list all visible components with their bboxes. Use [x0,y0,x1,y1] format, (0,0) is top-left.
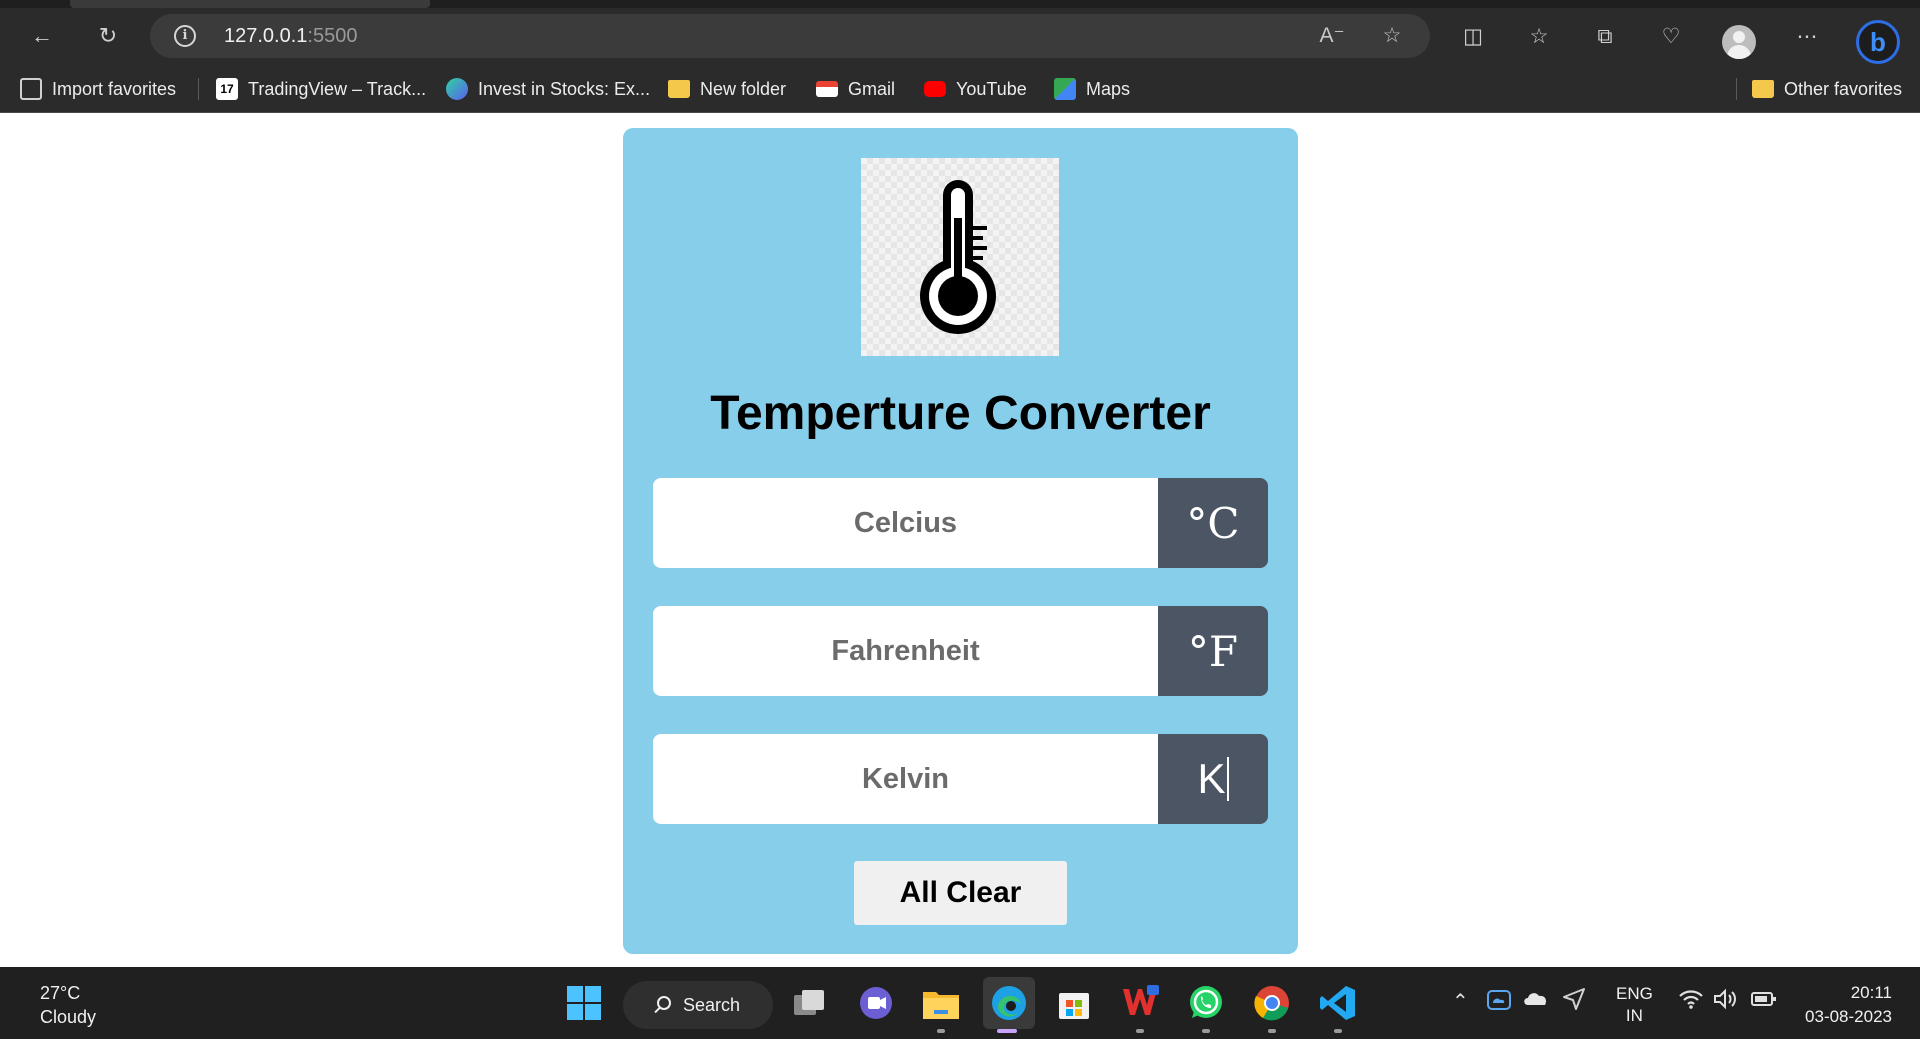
language-indicator[interactable]: ENG IN [1616,983,1653,1027]
running-indicator [1136,1029,1144,1033]
favorite-gmail[interactable]: Gmail [816,76,895,102]
maps-icon [1054,78,1076,100]
favorite-tradingview[interactable]: 17 TradingView – Track... [216,76,426,102]
clock-time: 20:11 [1850,983,1892,1002]
page-title: Temperture Converter [710,387,1211,440]
kelvin-unit-label: K [1197,755,1226,802]
vscode-icon[interactable] [1318,983,1358,1023]
search-icon [657,996,671,1010]
chrome-icon[interactable] [1252,983,1292,1023]
start-icon[interactable] [564,983,604,1023]
weather-widget[interactable]: 27°C Cloudy [40,981,96,1029]
text-caret [1226,757,1229,801]
running-indicator [1202,1029,1210,1033]
more-options-icon[interactable]: ⋯ [1792,22,1822,52]
gmail-icon [816,81,838,97]
favorites-divider [1736,78,1737,100]
favorite-other[interactable]: Other favorites [1752,76,1902,102]
kelvin-input[interactable] [653,734,1158,824]
stocks-icon [446,78,468,100]
back-icon[interactable]: ← [24,18,60,54]
thermometer-image [861,158,1059,356]
url-text[interactable]: 127.0.0.1:5500 [224,25,357,48]
favorite-import[interactable]: Import favorites [20,76,176,102]
bing-copilot-icon[interactable]: b [1856,20,1900,64]
profile-avatar[interactable] [1722,25,1756,59]
favorite-youtube[interactable]: YouTube [924,76,1027,102]
site-info-icon[interactable]: i [174,25,196,47]
all-clear-button[interactable]: All Clear [854,861,1067,925]
celsius-input[interactable] [653,478,1158,568]
running-indicator [1268,1029,1276,1033]
weather-desc: Cloudy [40,1007,97,1027]
onedrive-sync-icon[interactable] [1486,987,1512,1019]
split-screen-icon[interactable]: ◫ [1458,22,1488,52]
system-clock[interactable]: 20:11 03-08-2023 [1796,981,1892,1029]
cloud-icon[interactable] [1522,987,1550,1017]
tradingview-icon: 17 [216,78,238,100]
tab-strip [0,0,1920,8]
fahrenheit-row: °F [653,606,1268,696]
favorite-new-folder[interactable]: New folder [668,76,786,102]
running-indicator [1334,1029,1342,1033]
youtube-icon [924,81,946,97]
clock-date: 03-08-2023 [1805,1007,1892,1026]
taskbar: 27°C Cloudy Search ⌃ ENG IN 20:11 03-08-… [0,967,1920,1039]
collections-icon[interactable]: ⧉ [1590,22,1620,52]
favorite-invest-stocks[interactable]: Invest in Stocks: Ex... [446,76,650,102]
battery-icon[interactable] [1750,987,1778,1017]
active-indicator [997,1029,1017,1033]
address-bar[interactable]: i 127.0.0.1:5500 A⁻ ☆ [150,14,1430,58]
fahrenheit-input[interactable] [653,606,1158,696]
celsius-row: °C [653,478,1268,568]
store-icon[interactable] [1054,983,1094,1023]
favorites-list-icon[interactable]: ☆ [1524,22,1554,52]
kelvin-unit-box: K [1158,734,1268,824]
volume-icon[interactable] [1712,987,1738,1017]
whatsapp-icon[interactable] [1186,983,1226,1023]
thermometer-icon [920,180,996,334]
tab[interactable] [70,0,430,8]
folder-icon [1752,80,1774,98]
favorites-divider [198,78,199,100]
wps-office-icon[interactable] [1120,983,1160,1023]
browser-toolbar: ← ↻ i 127.0.0.1:5500 A⁻ ☆ ◫ ☆ ⧉ ♡ ⋯ b [0,8,1920,64]
converter-card: Temperture Converter °C °F K All Clear [623,128,1298,954]
weather-temp: 27°C [40,983,81,1003]
favorites-bar: Import favorites 17 TradingView – Track.… [0,64,1920,113]
taskbar-search[interactable]: Search [623,981,773,1029]
wifi-icon[interactable] [1678,987,1704,1017]
fahrenheit-unit-label: °F [1158,606,1268,696]
show-hidden-icons-icon[interactable]: ⌃ [1452,989,1469,1014]
chat-icon[interactable] [856,983,896,1023]
favorite-maps[interactable]: Maps [1054,76,1130,102]
running-indicator [937,1029,945,1033]
folder-icon [668,80,690,98]
read-aloud-icon[interactable]: A⁻ [1318,22,1346,50]
task-view-icon[interactable] [790,983,830,1023]
refresh-icon[interactable]: ↻ [90,18,126,54]
favorite-star-icon[interactable]: ☆ [1378,22,1406,50]
kelvin-row: K [653,734,1268,824]
import-icon [20,78,42,100]
celsius-unit-label: °C [1158,478,1268,568]
browser-essentials-icon[interactable]: ♡ [1656,22,1686,52]
edge-browser-icon[interactable] [983,977,1035,1029]
file-explorer-icon[interactable] [921,983,961,1023]
location-icon[interactable] [1562,987,1586,1017]
